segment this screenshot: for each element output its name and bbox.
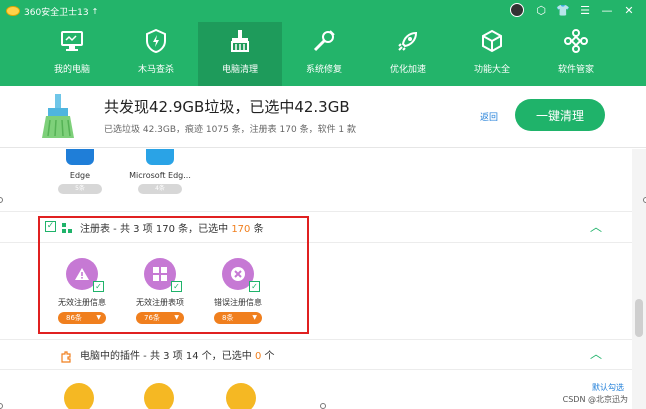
app-title: 360安全卫士13 xyxy=(24,7,89,18)
plugin-section-header[interactable]: 电脑中的插件 - 共 3 项 14 个，已选中 0 个 ︿ xyxy=(0,342,632,366)
nav-label: 木马查杀 xyxy=(137,65,174,75)
divider xyxy=(0,369,632,370)
divider xyxy=(0,211,632,212)
close-icon[interactable]: ✕ xyxy=(618,4,640,17)
rocket-icon xyxy=(395,28,421,54)
scrollbar-thumb[interactable] xyxy=(635,299,643,337)
nav-label: 软件管家 xyxy=(557,65,594,75)
nav-item-optimize[interactable]: 优化加速 xyxy=(366,22,450,86)
nav-label: 我的电脑 xyxy=(53,65,90,75)
one-click-clean-button[interactable]: 一键清理 xyxy=(515,99,605,131)
upgrade-arrow-icon[interactable]: ↑ xyxy=(92,7,99,16)
avatar[interactable] xyxy=(510,3,524,17)
nav-label: 电脑清理 xyxy=(221,65,258,75)
minimize-icon[interactable]: — xyxy=(596,4,618,17)
monitor-icon xyxy=(59,28,85,54)
skin-icon[interactable]: ⬡ xyxy=(530,4,552,17)
grid-flower-icon xyxy=(563,28,589,54)
vertical-scrollbar[interactable] xyxy=(632,149,646,409)
edge-icon xyxy=(66,149,94,165)
title-bar: 360安全卫士13 ↑ ⬡ 👕 ☰ — ✕ 我的电脑 木马查杀 电脑清理 系统修… xyxy=(0,0,646,86)
item-label: Microsoft Edg... xyxy=(129,171,191,180)
nav-item-pc-cleanup[interactable]: 电脑清理 xyxy=(198,22,282,86)
collapse-caret-icon[interactable]: ︿ xyxy=(590,345,602,362)
back-link[interactable]: 返回 xyxy=(480,110,498,123)
plugin-item-icon[interactable] xyxy=(226,383,256,409)
shield-icon xyxy=(143,28,169,54)
list-item[interactable]: Edge 5条 xyxy=(48,149,112,194)
tshirt-icon[interactable]: 👕 xyxy=(552,4,574,17)
nav-item-software-manager[interactable]: 软件管家 xyxy=(534,22,618,86)
default-check-link[interactable]: 默认勾选 xyxy=(592,382,624,393)
item-label: Edge xyxy=(69,171,91,180)
app-title-area: 360安全卫士13 ↑ xyxy=(6,4,98,18)
plugin-icon xyxy=(60,348,72,363)
result-list[interactable]: Edge 5条 Microsoft Edg... 4条 ✓ 注册表 - 共 3 … xyxy=(0,149,632,409)
nav-item-system-repair[interactable]: 系统修复 xyxy=(282,22,366,86)
nav-label: 优化加速 xyxy=(389,65,426,75)
window-controls: ⬡ 👕 ☰ — ✕ xyxy=(510,3,640,17)
nav-item-trojan-scan[interactable]: 木马查杀 xyxy=(114,22,198,86)
nav-label: 系统修复 xyxy=(305,65,342,75)
summary-detail: 已选垃圾 42.3GB，痕迹 1075 条，注册表 170 条，软件 1 款 xyxy=(104,125,357,135)
menu-icon[interactable]: ☰ xyxy=(574,4,596,17)
list-item[interactable]: Microsoft Edg... 4条 xyxy=(128,149,192,194)
app-logo-icon xyxy=(6,6,20,16)
section-title-suffix: 个 xyxy=(261,351,275,362)
count-pill[interactable]: 4条 xyxy=(138,184,182,194)
wrench-icon xyxy=(311,28,337,54)
plugin-item-icon[interactable] xyxy=(144,383,174,409)
cube-icon xyxy=(479,28,505,54)
nav-label: 功能大全 xyxy=(473,65,510,75)
scan-summary: 共发现42.9GB垃圾，已选中42.3GB 已选垃圾 42.3GB，痕迹 107… xyxy=(0,86,646,148)
microsoft-edge-icon xyxy=(146,149,174,165)
plugin-item-icon[interactable] xyxy=(64,383,94,409)
annotation-highlight-box xyxy=(38,216,309,334)
broom-illustration-icon xyxy=(40,94,76,144)
summary-title: 共发现42.9GB垃圾，已选中42.3GB xyxy=(104,98,350,116)
section-title: 电脑中的插件 - 共 3 项 14 个，已选中 0 个 xyxy=(80,347,275,362)
divider xyxy=(0,339,632,340)
watermark: CSDN @北京迅为 xyxy=(562,395,628,404)
main-nav: 我的电脑 木马查杀 电脑清理 系统修复 优化加速 功能大全 软件管家 xyxy=(30,22,618,86)
nav-item-features[interactable]: 功能大全 xyxy=(450,22,534,86)
resize-handle[interactable] xyxy=(320,403,326,409)
broom-icon xyxy=(227,28,253,54)
count-pill[interactable]: 5条 xyxy=(58,184,102,194)
nav-item-my-computer[interactable]: 我的电脑 xyxy=(30,22,114,86)
section-title-prefix: 电脑中的插件 - 共 3 项 14 个，已选中 xyxy=(80,351,255,362)
collapse-caret-icon[interactable]: ︿ xyxy=(590,218,602,235)
